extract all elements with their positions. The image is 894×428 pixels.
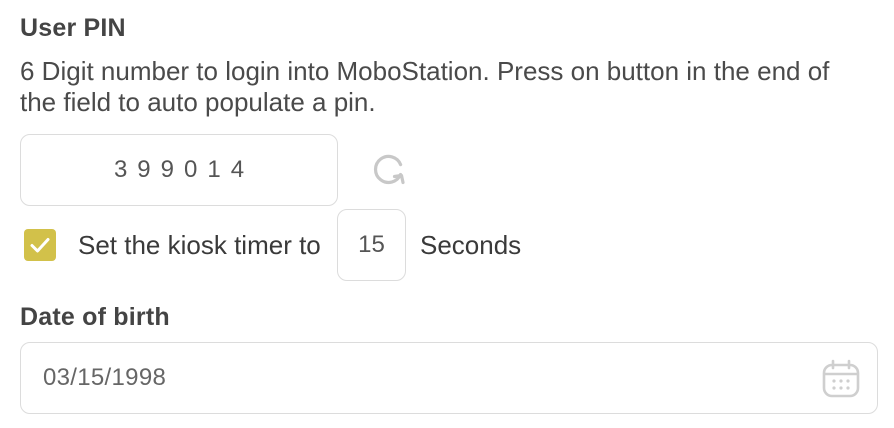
pin-field[interactable]: 399014 (20, 134, 338, 206)
kiosk-timer-checkbox[interactable] (24, 229, 56, 261)
pin-value: 399014 (113, 156, 255, 183)
kiosk-timer-label: Set the kiosk timer to (78, 230, 321, 260)
calendar-icon[interactable] (821, 359, 861, 399)
checkmark-icon (30, 238, 50, 253)
user-pin-description: 6 Digit number to login into MoboStation… (20, 56, 830, 117)
generate-pin-button[interactable] (370, 151, 408, 189)
user-pin-title: User PIN (20, 14, 126, 42)
date-of-birth-title: Date of birth (20, 303, 170, 331)
date-of-birth-value: 03/15/1998 (43, 364, 167, 391)
user-settings-form: User PIN 6 Digit number to login into Mo… (0, 0, 894, 428)
kiosk-timer-unit-label: Seconds (420, 230, 522, 260)
refresh-icon (373, 154, 405, 185)
kiosk-timer-input[interactable] (337, 209, 406, 281)
date-of-birth-field[interactable]: 03/15/1998 (20, 342, 878, 414)
